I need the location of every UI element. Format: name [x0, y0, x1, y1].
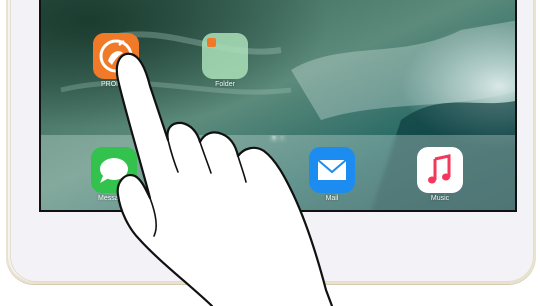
- app-label: Mail: [325, 195, 339, 202]
- app-label: PROMPT: [101, 81, 131, 88]
- messages-icon: [91, 147, 137, 193]
- folder-icon: [202, 33, 248, 79]
- ipad-screen: PROMPT Folder Messages Mail Music: [39, 0, 517, 212]
- mail-icon: [309, 147, 355, 193]
- app-label: Music: [430, 195, 450, 202]
- prompt-app-icon: [93, 33, 139, 79]
- dock-app-music[interactable]: Music: [415, 147, 465, 202]
- folder-label: Folder: [215, 81, 235, 88]
- app-label: Messages: [98, 195, 130, 202]
- home-app-prompt[interactable]: PROMPT: [91, 33, 141, 88]
- dock-app-messages[interactable]: Messages: [89, 147, 139, 202]
- dock-app-mail[interactable]: Mail: [307, 147, 357, 202]
- music-icon: [417, 147, 463, 193]
- home-folder[interactable]: Folder: [200, 33, 250, 88]
